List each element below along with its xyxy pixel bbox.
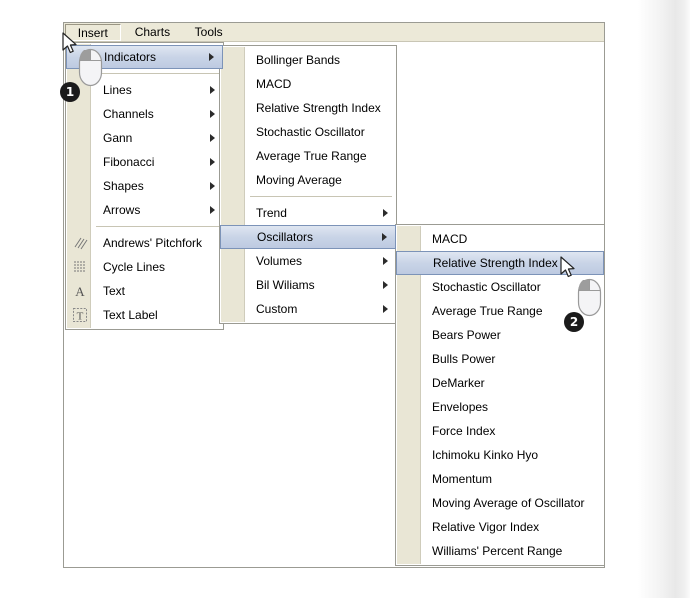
menu-item-label: Text bbox=[103, 284, 126, 298]
menu-item-force-index[interactable]: Force Index bbox=[396, 419, 604, 443]
submenu-arrow-icon bbox=[382, 233, 387, 241]
menu-item-label: Shapes bbox=[103, 179, 144, 193]
menu-item-label: Indicators bbox=[104, 50, 157, 64]
menu-item-label: MACD bbox=[432, 232, 468, 246]
menu-item-relative-vigor-index[interactable]: Relative Vigor Index bbox=[396, 515, 604, 539]
menu-item-volumes[interactable]: Volumes bbox=[220, 249, 396, 273]
menu-item-channels[interactable]: Channels bbox=[66, 102, 223, 126]
pitchfork-icon bbox=[72, 235, 88, 251]
menu-item-label: Envelopes bbox=[432, 400, 489, 414]
menu-item-bil-wiliams[interactable]: Bil Wiliams bbox=[220, 273, 396, 297]
menu-item-label: Ichimoku Kinko Hyo bbox=[432, 448, 539, 462]
menu-item-label: Oscillators bbox=[257, 230, 314, 244]
menu-item-ichimoku-kinko-hyo[interactable]: Ichimoku Kinko Hyo bbox=[396, 443, 604, 467]
menu-item-label: Arrows bbox=[103, 203, 141, 217]
submenu-arrow-icon bbox=[383, 257, 388, 265]
menu-item-andrews-pitchfork[interactable]: Andrews' Pitchfork bbox=[66, 231, 223, 255]
menu-item-arrows[interactable]: Arrows bbox=[66, 198, 223, 222]
step-badge-1: 1 bbox=[60, 82, 80, 102]
menubar-item-charts[interactable]: Charts bbox=[125, 24, 181, 41]
submenu-arrow-icon bbox=[210, 206, 215, 214]
menu-item-label: Moving Average bbox=[256, 173, 342, 187]
submenu-arrow-icon bbox=[210, 134, 215, 142]
menu-item-label: MACD bbox=[256, 77, 292, 91]
menu-item-custom[interactable]: Custom bbox=[220, 297, 396, 321]
menubar-item-tools[interactable]: Tools bbox=[184, 24, 233, 41]
menu-item-trend[interactable]: Trend bbox=[220, 201, 396, 225]
submenu-arrow-icon bbox=[210, 158, 215, 166]
menu-item-label: Force Index bbox=[432, 424, 496, 438]
step-badge-2: 2 bbox=[564, 312, 584, 332]
menu-item-relative-strength-index[interactable]: Relative Strength Index bbox=[220, 96, 396, 120]
menu-item-moving-average-of-oscillator[interactable]: Moving Average of Oscillator bbox=[396, 491, 604, 515]
menu-separator bbox=[250, 196, 392, 197]
menu-item-label: Channels bbox=[103, 107, 154, 121]
menu-item-demarker[interactable]: DeMarker bbox=[396, 371, 604, 395]
submenu-arrow-icon bbox=[210, 110, 215, 118]
cycle-lines-icon bbox=[72, 259, 88, 275]
menu-item-label: Trend bbox=[256, 206, 287, 220]
svg-text:T: T bbox=[77, 311, 84, 323]
text-label-icon: T bbox=[72, 307, 88, 323]
menu-item-label: Bil Wiliams bbox=[256, 278, 315, 292]
submenu-arrow-icon bbox=[383, 305, 388, 313]
menu-item-fibonacci[interactable]: Fibonacci bbox=[66, 150, 223, 174]
menu-item-moving-average[interactable]: Moving Average bbox=[220, 168, 396, 192]
menu-item-bollinger-bands[interactable]: Bollinger Bands bbox=[220, 48, 396, 72]
svg-text:A: A bbox=[75, 284, 85, 299]
mouse-cursor-arrow-1 bbox=[62, 32, 77, 54]
menu-item-label: Fibonacci bbox=[103, 155, 155, 169]
menu-item-label: Williams' Percent Range bbox=[432, 544, 563, 558]
submenu-arrow-icon bbox=[210, 182, 215, 190]
menu-item-oscillators[interactable]: Oscillators bbox=[220, 225, 396, 249]
menu-item-label: Cycle Lines bbox=[103, 260, 166, 274]
menu-item-macd[interactable]: MACD bbox=[220, 72, 396, 96]
mouse-device-icon-2 bbox=[577, 278, 602, 317]
submenu-arrow-icon bbox=[383, 209, 388, 217]
menu-item-stochastic-oscillator[interactable]: Stochastic Oscillator bbox=[220, 120, 396, 144]
menu-item-label: Relative Strength Index bbox=[433, 256, 558, 270]
page-edge-shading bbox=[638, 0, 690, 598]
menu-item-label: Bears Power bbox=[432, 328, 501, 342]
menu-item-label: Bollinger Bands bbox=[256, 53, 341, 67]
menu-item-williams-percent-range[interactable]: Williams' Percent Range bbox=[396, 539, 604, 563]
menu-item-bulls-power[interactable]: Bulls Power bbox=[396, 347, 604, 371]
submenu-arrow-icon bbox=[209, 53, 214, 61]
menu-item-label: Stochastic Oscillator bbox=[432, 280, 541, 294]
application-window: Insert Charts Tools Indicators Lines Channel… bbox=[63, 22, 605, 568]
menu-separator bbox=[96, 226, 219, 227]
menu-item-average-true-range[interactable]: Average True Range bbox=[220, 144, 396, 168]
menu-item-label: Andrews' Pitchfork bbox=[103, 236, 202, 250]
indicators-submenu-popup: Bollinger Bands MACD Relative Strength Ind… bbox=[219, 45, 397, 324]
menu-bar: Insert Charts Tools bbox=[64, 23, 604, 42]
submenu-arrow-icon bbox=[383, 281, 388, 289]
menu-item-momentum[interactable]: Momentum bbox=[396, 467, 604, 491]
text-icon: A bbox=[72, 283, 88, 299]
menu-item-label: Relative Strength Index bbox=[256, 101, 381, 115]
menu-separator bbox=[96, 73, 219, 74]
menu-item-label: Gann bbox=[103, 131, 133, 145]
menu-item-cycle-lines[interactable]: Cycle Lines bbox=[66, 255, 223, 279]
menu-item-label: Bulls Power bbox=[432, 352, 496, 366]
menu-item-label: Custom bbox=[256, 302, 298, 316]
menu-item-shapes[interactable]: Shapes bbox=[66, 174, 223, 198]
menu-item-label: Volumes bbox=[256, 254, 303, 268]
menu-item-label: Lines bbox=[103, 83, 132, 97]
menu-item-envelopes[interactable]: Envelopes bbox=[396, 395, 604, 419]
submenu-arrow-icon bbox=[210, 86, 215, 94]
menu-item-label: Stochastic Oscillator bbox=[256, 125, 365, 139]
menu-item-label: Average True Range bbox=[432, 304, 543, 318]
menu-item-label: Relative Vigor Index bbox=[432, 520, 540, 534]
menu-item-text[interactable]: A Text bbox=[66, 279, 223, 303]
menu-item-gann[interactable]: Gann bbox=[66, 126, 223, 150]
menu-item-label: Average True Range bbox=[256, 149, 367, 163]
menu-item-macd[interactable]: MACD bbox=[396, 227, 604, 251]
menu-item-label: Text Label bbox=[103, 308, 158, 322]
indicators-menu-items: Bollinger Bands MACD Relative Strength Ind… bbox=[220, 48, 396, 321]
menu-item-text-label[interactable]: T Text Label bbox=[66, 303, 223, 327]
mouse-cursor-arrow-2 bbox=[560, 256, 575, 278]
menu-item-label: Momentum bbox=[432, 472, 493, 486]
menu-item-label: Moving Average of Oscillator bbox=[432, 496, 585, 510]
menu-item-label: DeMarker bbox=[432, 376, 485, 390]
